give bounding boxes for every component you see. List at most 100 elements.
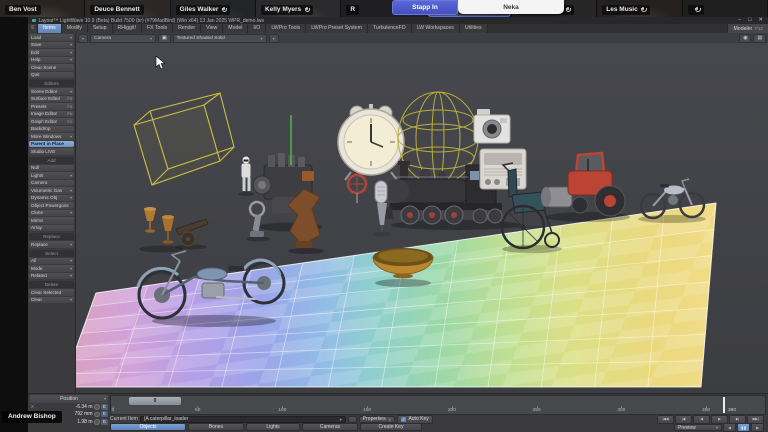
- participant-tile[interactable]: Les Music: [597, 0, 682, 17]
- call-popup-card[interactable]: Neka: [458, 0, 564, 14]
- menu-grip-icon[interactable]: ≡: [28, 24, 38, 33]
- preview-step-0[interactable]: ◀: [723, 423, 736, 432]
- export-icon[interactable]: ▤: [753, 34, 766, 43]
- sidebar-item-array[interactable]: Array: [29, 225, 74, 232]
- mode-button-cameras[interactable]: Cameras: [302, 423, 358, 431]
- tab-view[interactable]: View: [201, 24, 223, 33]
- sidebar-item-save[interactable]: Save▾: [29, 42, 74, 49]
- tab-modify[interactable]: Modify: [62, 24, 88, 33]
- view-mode-dropdown[interactable]: Camera▾: [90, 34, 156, 43]
- tab-utilities[interactable]: Utilities: [460, 24, 488, 33]
- timeline-tick: 350: [702, 408, 710, 413]
- sidebar-item-mode[interactable]: Mode▾: [29, 265, 74, 272]
- sidebar-item-surface-editor[interactable]: Surface EditorF5: [29, 96, 74, 103]
- item-lock-toggle[interactable]: [348, 416, 357, 424]
- scene-3d[interactable]: [76, 43, 768, 393]
- mic-muted-icon: [695, 7, 700, 14]
- radio-appliance-object[interactable]: [480, 149, 526, 189]
- channel-state-icon[interactable]: [94, 404, 100, 410]
- tab-rhiggit[interactable]: RHiggit!: [113, 24, 142, 33]
- sidebar-item-clear[interactable]: Clear▾: [29, 297, 74, 304]
- tab-fx-tools[interactable]: FX Tools: [142, 24, 173, 33]
- participant-tile[interactable]: Giles Walker: [171, 0, 256, 17]
- participant-tile[interactable]: Deuce Bennett: [85, 0, 170, 17]
- shading-mode-dropdown[interactable]: Textured Shaded Solid▾: [173, 34, 267, 43]
- stapp-in-button[interactable]: Stapp In: [392, 0, 458, 15]
- chevron-down-icon: ▾: [70, 273, 72, 278]
- sidebar-item-parent-in-place[interactable]: Parent in Place: [29, 141, 74, 148]
- participant-tile[interactable]: [683, 0, 768, 17]
- camera-icon[interactable]: ▣: [158, 34, 171, 43]
- tab-model[interactable]: Model: [223, 24, 248, 33]
- sidebar-item-scene-editor[interactable]: Scene Editor▾: [29, 88, 74, 95]
- sidebar-item-camera[interactable]: Camera: [29, 180, 74, 187]
- current-item-dropdown[interactable]: (A caterpillar_loader▾: [140, 416, 346, 424]
- auto-key-checkbox[interactable]: ✓: [401, 417, 407, 423]
- sidebar-item-clear-selected[interactable]: Clear Selected: [29, 289, 74, 296]
- pane-layout-menu[interactable]: ▾: [78, 34, 88, 43]
- tab-lwpro-preset-system[interactable]: LWPro Preset System: [306, 24, 368, 33]
- sidebar-item-quit[interactable]: Quit: [29, 72, 74, 79]
- sidebar-item-edit[interactable]: Edit▾: [29, 49, 74, 56]
- channel-state-icon[interactable]: [94, 419, 100, 425]
- modeler-button[interactable]: Modeler F12: [727, 24, 768, 33]
- sidebar-item-more-windows[interactable]: More Windows▾: [29, 133, 74, 140]
- tab-setup[interactable]: Setup: [88, 24, 113, 33]
- timeline-slider[interactable]: 0 050100150200250300350 360: [110, 395, 766, 415]
- preview-step-2[interactable]: ▶: [751, 423, 764, 432]
- viewport: ▾ Camera▾ ▣ Textured Shaded Solid▾ ▾ ◉ ▤: [76, 33, 768, 393]
- snapshot-icon[interactable]: ◉: [739, 34, 751, 43]
- sidebar-item-studio-live[interactable]: Studio LIVE: [29, 148, 74, 155]
- frame-slider-handle[interactable]: 0: [129, 397, 181, 405]
- sidebar-item-mirror[interactable]: Mirror: [29, 217, 74, 224]
- sidebar-item-label: Graph Editor: [31, 119, 66, 124]
- envelope-button[interactable]: E: [101, 404, 108, 410]
- viewport-canvas[interactable]: [76, 43, 768, 393]
- brass-bowl-object[interactable]: [373, 248, 433, 287]
- extra-viewport-menu[interactable]: ▾: [269, 34, 279, 43]
- maximize-button[interactable]: □: [748, 17, 751, 24]
- sidebar-item-label: Scene Editor: [31, 89, 69, 94]
- participant-tile[interactable]: Kelly Myers: [256, 0, 341, 17]
- tab-render[interactable]: Render: [173, 24, 201, 33]
- create-key-button[interactable]: Create Key: [360, 423, 422, 431]
- envelope-button[interactable]: E: [101, 411, 108, 417]
- chevron-down-icon: ▾: [70, 297, 72, 302]
- sidebar-item-label: Volumetric Gas: [31, 188, 69, 193]
- sidebar-item-backdrop[interactable]: Backdrop: [29, 126, 74, 133]
- sidebar-item-dynamic-obj[interactable]: Dynamic Obj▾: [29, 195, 74, 202]
- mode-button-bones[interactable]: Bones: [188, 423, 244, 431]
- sidebar-item-help[interactable]: Help▾: [29, 57, 74, 64]
- preview-step-1[interactable]: ❚❚: [737, 423, 750, 432]
- preview-dropdown[interactable]: Preview▾: [674, 424, 722, 432]
- sidebar-item-null[interactable]: Null: [29, 165, 74, 172]
- tab-turbulencefd[interactable]: TurbulenceFD: [368, 24, 412, 33]
- sidebar-item-load[interactable]: Load▾: [29, 34, 74, 41]
- mode-button-objects[interactable]: Objects: [110, 423, 186, 431]
- channel-state-icon[interactable]: [94, 412, 100, 418]
- sidebar-item-presets[interactable]: PresetsF8: [29, 103, 74, 110]
- tab-lw-workspaces[interactable]: LW Workspaces: [412, 24, 460, 33]
- participant-tile[interactable]: Ben Vost: [0, 0, 85, 17]
- close-button[interactable]: ✕: [758, 17, 763, 24]
- envelope-button[interactable]: E: [101, 419, 108, 425]
- position-mode-dropdown[interactable]: Position▾: [30, 395, 108, 403]
- sidebar-item-replace[interactable]: Replace▾: [29, 241, 74, 248]
- properties-button[interactable]: Properties p: [359, 416, 395, 424]
- tab-items[interactable]: Items: [38, 24, 62, 33]
- tab-lwpro-tools[interactable]: LWPro Tools: [266, 24, 306, 33]
- sidebar-item-clone[interactable]: Clone▾: [29, 210, 74, 217]
- end-frame-marker[interactable]: [723, 397, 725, 413]
- sidebar-item-clear-scene[interactable]: Clear Scene: [29, 64, 74, 71]
- minimize-button[interactable]: –: [738, 17, 741, 24]
- tab-i-o[interactable]: I/O: [248, 24, 266, 33]
- mode-button-lights[interactable]: Lights: [246, 423, 300, 431]
- sidebar-item-related[interactable]: Related▾: [29, 273, 74, 280]
- sidebar-item-image-editor[interactable]: Image EditorF6: [29, 111, 74, 118]
- sidebar-item-lights[interactable]: Lights▾: [29, 172, 74, 179]
- sidebar-item-all[interactable]: All▾: [29, 258, 74, 265]
- transport-button-0[interactable]: |◀◀: [657, 415, 674, 424]
- sidebar-item-volumetric-gas[interactable]: Volumetric Gas▾: [29, 187, 74, 194]
- sidebar-item-object-powergons[interactable]: Object Powergons: [29, 202, 74, 209]
- sidebar-item-graph-editor[interactable]: Graph EditorF2: [29, 118, 74, 125]
